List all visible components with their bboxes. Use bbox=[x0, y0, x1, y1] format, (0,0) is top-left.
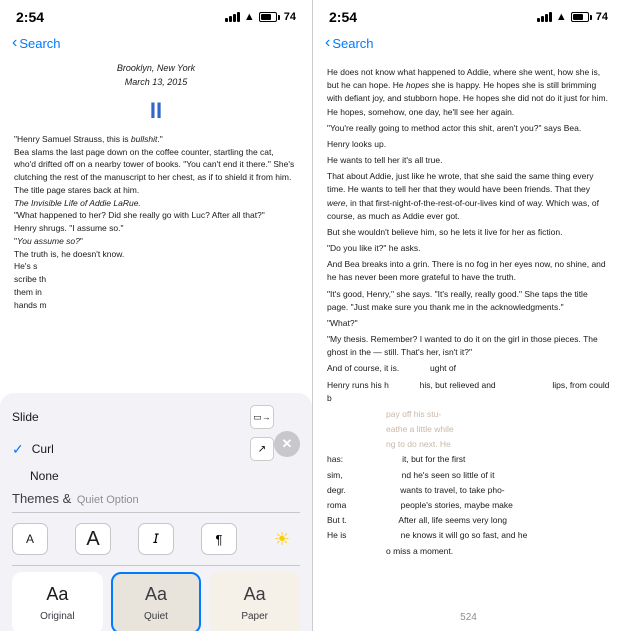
slide-option[interactable]: Slide bbox=[12, 410, 242, 424]
font-controls-row: A A 𝘐 ¶ ☀ bbox=[12, 519, 300, 559]
chevron-left-icon: ‹ bbox=[12, 34, 17, 52]
brightness-button[interactable]: ☀ bbox=[264, 523, 300, 555]
status-bar-right: 2:54 ▲ 74 bbox=[313, 0, 624, 30]
right-phone: 2:54 ▲ 74 ‹ Search He does not bbox=[312, 0, 624, 631]
signal-icon-right bbox=[537, 12, 552, 22]
back-label-right: Search bbox=[332, 36, 373, 51]
theme-paper-label: Aa bbox=[244, 584, 266, 605]
nav-bar-left: ‹ Search bbox=[0, 30, 312, 58]
curl-icon: ↗ bbox=[250, 437, 274, 461]
chapter-num: II bbox=[14, 95, 298, 127]
book-date: March 13, 2015 bbox=[14, 76, 298, 90]
wifi-icon: ▲ bbox=[244, 11, 255, 23]
theme-quiet-name: Quiet bbox=[144, 611, 168, 622]
time-right: 2:54 bbox=[329, 9, 357, 25]
curl-label: Curl bbox=[32, 442, 54, 456]
theme-quiet-label: Aa bbox=[145, 584, 167, 605]
back-button-right[interactable]: ‹ Search bbox=[325, 34, 374, 52]
book-content-right: He does not know what happened to Addie,… bbox=[313, 58, 624, 560]
battery-right bbox=[571, 12, 592, 22]
status-bar-left: 2:54 ▲ 74 bbox=[0, 0, 312, 30]
nav-bar-right: ‹ Search bbox=[313, 30, 624, 58]
theme-quiet[interactable]: Aa Quiet bbox=[111, 572, 202, 631]
time-left: 2:54 bbox=[16, 9, 44, 25]
chevron-left-icon-right: ‹ bbox=[325, 34, 330, 52]
back-label-left: Search bbox=[19, 36, 60, 51]
book-header: Brooklyn, New York March 13, 2015 bbox=[14, 62, 298, 89]
battery-pct-left: 74 bbox=[284, 11, 296, 23]
back-button-left[interactable]: ‹ Search bbox=[12, 34, 61, 52]
wifi-icon-right: ▲ bbox=[556, 11, 567, 23]
battery-pct-right: 74 bbox=[596, 11, 608, 23]
book-content-left: Brooklyn, New York March 13, 2015 II "He… bbox=[0, 58, 312, 401]
book-text-left: "Henry Samuel Strauss, this is bullshit.… bbox=[14, 133, 298, 312]
increase-font-button[interactable]: A bbox=[75, 523, 111, 555]
theme-paper-name: Paper bbox=[241, 611, 268, 622]
status-icons-right: ▲ 74 bbox=[537, 11, 608, 23]
close-button[interactable]: ✕ bbox=[274, 431, 300, 457]
curl-option[interactable]: Curl bbox=[32, 442, 242, 456]
theme-original[interactable]: Aa Original bbox=[12, 572, 103, 631]
book-location: Brooklyn, New York bbox=[14, 62, 298, 76]
theme-original-name: Original bbox=[40, 611, 74, 622]
themes-header: Themes & Quiet Option bbox=[12, 491, 300, 506]
theme-original-label: Aa bbox=[46, 584, 68, 605]
none-label: None bbox=[30, 469, 59, 483]
divider-1 bbox=[12, 512, 300, 513]
left-phone: 2:54 ▲ 74 ‹ Search Broo bbox=[0, 0, 312, 631]
font-format-button[interactable]: ¶ bbox=[201, 523, 237, 555]
themes-grid: Aa Original Aa Quiet Aa Paper Aa Bold Aa… bbox=[12, 572, 300, 631]
none-option[interactable]: None bbox=[30, 469, 274, 483]
battery-left bbox=[259, 12, 280, 22]
page-number: 524 bbox=[313, 612, 624, 623]
slide-icon: ▭→ bbox=[250, 405, 274, 429]
themes-title: Themes & Quiet Option bbox=[12, 491, 139, 506]
bottom-panel: Slide ▭→ ✓ Curl ↗ None ✕ bbox=[0, 393, 312, 631]
slide-label: Slide bbox=[12, 410, 39, 424]
font-style-button[interactable]: 𝘐 bbox=[138, 523, 174, 555]
quiet-option-label: Quiet Option bbox=[77, 494, 139, 506]
signal-icon bbox=[225, 12, 240, 22]
status-icons-left: ▲ 74 bbox=[225, 11, 296, 23]
check-icon: ✓ bbox=[12, 441, 24, 458]
decrease-font-button[interactable]: A bbox=[12, 523, 48, 555]
divider-2 bbox=[12, 565, 300, 566]
theme-paper[interactable]: Aa Paper bbox=[209, 572, 300, 631]
